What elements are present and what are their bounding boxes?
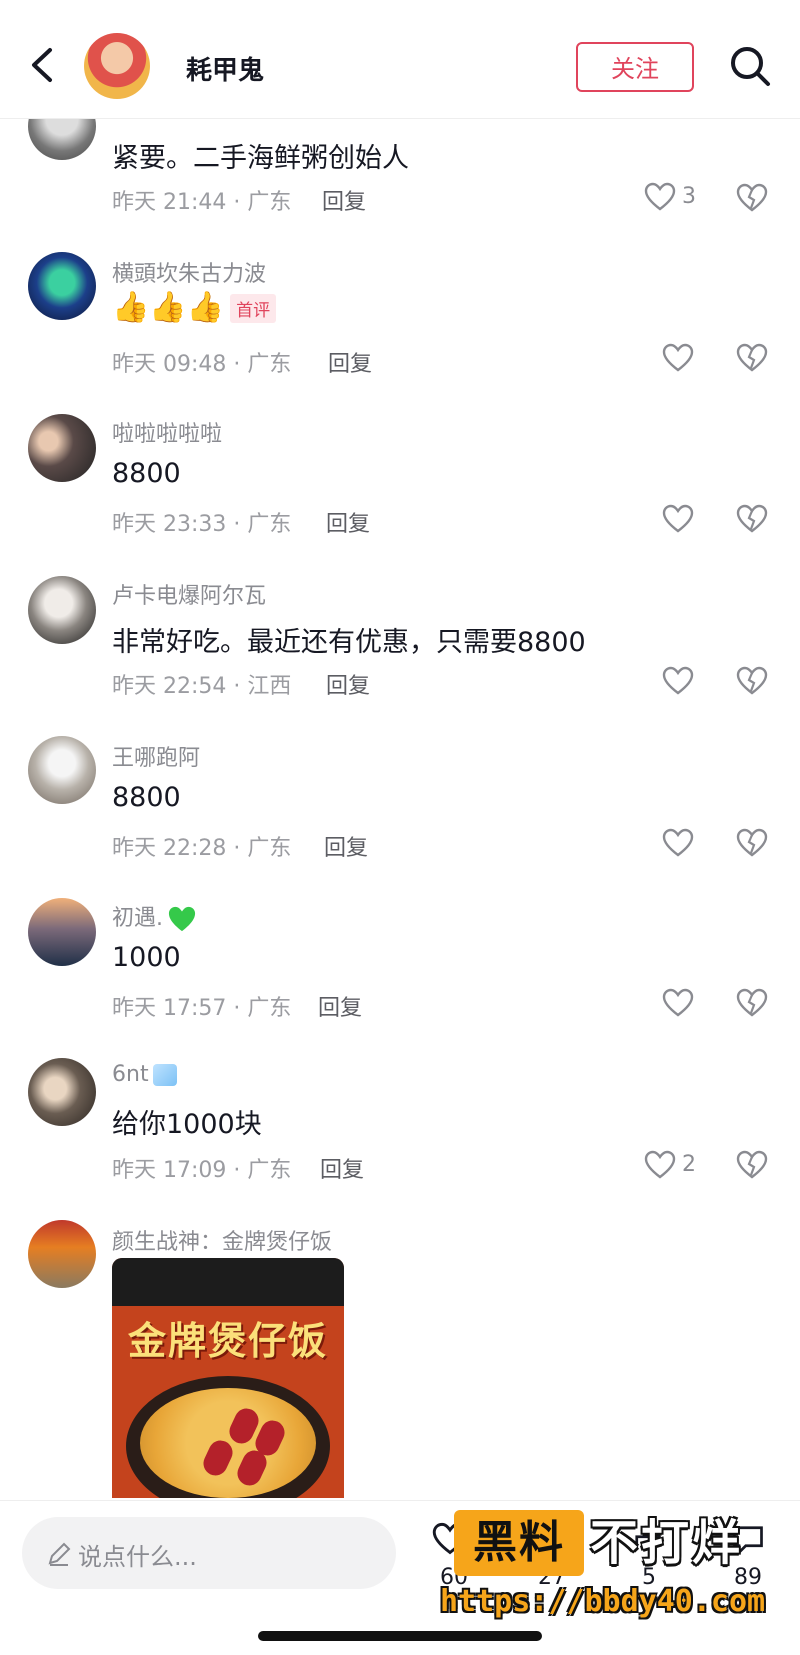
thumbs-up-emojis: 👍👍👍 首评 bbox=[112, 290, 277, 325]
commenter-name-text: 6nt bbox=[112, 1062, 149, 1087]
commenter-name[interactable]: 初遇. bbox=[112, 900, 197, 933]
dislike-broken-heart-icon[interactable] bbox=[736, 503, 768, 535]
first-comment-badge: 首评 bbox=[230, 294, 277, 323]
dislike-broken-heart-icon[interactable] bbox=[736, 1149, 768, 1181]
commenter-avatar[interactable] bbox=[28, 736, 96, 804]
reply-button[interactable]: 回复 bbox=[328, 346, 372, 378]
author-avatar[interactable] bbox=[84, 33, 150, 99]
like-heart-icon[interactable] bbox=[662, 988, 694, 1018]
author-name[interactable]: 耗甲鬼 bbox=[186, 50, 264, 87]
reply-button[interactable]: 回复 bbox=[318, 990, 362, 1022]
commenter-name[interactable]: 啦啦啦啦啦 bbox=[112, 416, 222, 448]
comment-time: 昨天 09:48 · 广东 bbox=[112, 352, 292, 377]
reply-button[interactable]: 回复 bbox=[322, 184, 366, 216]
ice-cube-icon bbox=[152, 1064, 177, 1086]
like-count: 3 bbox=[682, 184, 696, 209]
like-heart-icon[interactable] bbox=[644, 1150, 676, 1180]
like-heart-icon[interactable] bbox=[644, 182, 676, 212]
top-bar: 耗甲鬼 关注 bbox=[0, 0, 800, 119]
thumbs-up-icon: 👍 bbox=[186, 290, 225, 325]
thumbs-up-icon: 👍 bbox=[112, 290, 150, 325]
commenter-avatar[interactable] bbox=[28, 252, 96, 320]
green-heart-icon bbox=[168, 906, 196, 932]
comment-input[interactable]: 说点什么... bbox=[22, 1517, 396, 1589]
comment-text: 8800 bbox=[112, 782, 181, 813]
comment-text: 非常好吃。最近还有优惠，只需要8800 bbox=[112, 627, 586, 658]
pencil-icon bbox=[48, 1542, 71, 1566]
reply-button[interactable]: 回复 bbox=[326, 668, 370, 700]
dislike-broken-heart-icon[interactable] bbox=[736, 342, 768, 374]
like-heart-icon[interactable] bbox=[662, 828, 694, 858]
comment-time: 昨天 22:28 · 广东 bbox=[112, 836, 292, 861]
watermark-url: https://bbdy40.com bbox=[440, 1584, 766, 1619]
dislike-broken-heart-icon[interactable] bbox=[736, 827, 768, 859]
comment-text: 8800 bbox=[112, 458, 181, 489]
like-heart-icon[interactable] bbox=[662, 343, 694, 373]
comment-time: 昨天 23:33 · 广东 bbox=[112, 512, 292, 537]
commenter-avatar[interactable] bbox=[28, 898, 96, 966]
commenter-name[interactable]: 颜生战神：金牌煲仔饭 bbox=[112, 1224, 332, 1256]
commenter-name-text: 初遇. bbox=[112, 906, 163, 931]
commenter-avatar[interactable] bbox=[28, 414, 96, 482]
comment-text: 紧要。二手海鲜粥创始人 bbox=[112, 143, 409, 174]
home-indicator[interactable] bbox=[258, 1631, 542, 1641]
watermark-text: 不打烊 bbox=[590, 1515, 744, 1571]
comment-text: 1000 bbox=[112, 942, 181, 973]
comment-time: 昨天 22:54 · 江西 bbox=[112, 674, 292, 699]
back-arrow-icon[interactable] bbox=[22, 40, 62, 90]
commenter-avatar[interactable] bbox=[28, 576, 96, 644]
comment-time: 昨天 17:09 · 广东 bbox=[112, 1158, 292, 1183]
dislike-broken-heart-icon[interactable] bbox=[736, 665, 768, 697]
dislike-broken-heart-icon[interactable] bbox=[736, 182, 768, 214]
comment-image[interactable]: 金牌煲仔饭 bbox=[112, 1258, 344, 1498]
comment-text: 给你1000块 bbox=[112, 1109, 262, 1140]
reply-button[interactable]: 回复 bbox=[324, 830, 368, 862]
like-heart-icon[interactable] bbox=[662, 504, 694, 534]
follow-button[interactable]: 关注 bbox=[576, 42, 694, 92]
commenter-avatar[interactable] bbox=[28, 1220, 96, 1288]
comment-input-placeholder: 说点什么... bbox=[78, 1543, 197, 1571]
dislike-broken-heart-icon[interactable] bbox=[736, 987, 768, 1019]
comment-time: 昨天 17:57 · 广东 bbox=[112, 996, 292, 1021]
reply-button[interactable]: 回复 bbox=[320, 1152, 364, 1184]
like-heart-icon[interactable] bbox=[662, 666, 694, 696]
commenter-name[interactable]: 王哪跑阿 bbox=[112, 740, 200, 772]
like-count: 2 bbox=[682, 1152, 696, 1177]
commenter-name[interactable]: 6nt bbox=[112, 1062, 177, 1087]
thumbs-up-icon: 👍 bbox=[149, 290, 187, 325]
commenter-avatar[interactable] bbox=[28, 1058, 96, 1126]
image-title-text: 金牌煲仔饭 bbox=[127, 1318, 328, 1363]
watermark-logo-box: 黑料 bbox=[454, 1510, 584, 1576]
commenter-name[interactable]: 卢卡电爆阿尔瓦 bbox=[112, 578, 266, 610]
search-icon[interactable] bbox=[728, 44, 772, 88]
commenter-name[interactable]: 横頭坎朱古力波 bbox=[112, 256, 266, 288]
image-header-band bbox=[112, 1258, 344, 1306]
comment-time: 昨天 21:44 · 广东 bbox=[112, 190, 292, 215]
reply-button[interactable]: 回复 bbox=[326, 506, 370, 538]
